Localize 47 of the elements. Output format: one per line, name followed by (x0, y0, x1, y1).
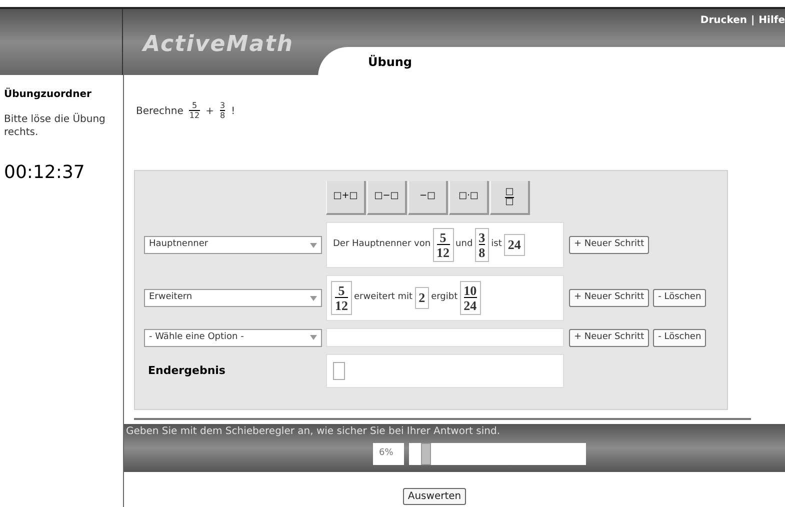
timer: 00:12:37 (4, 161, 86, 185)
confidence-prompt: Geben Sie mit dem Schieberegler an, wie sicher Sie bei Ihrer Antwort sind. (125, 425, 502, 439)
chevron-down-icon (310, 335, 317, 340)
sidebar-text: Bitte löse die Übung rechts. (4, 114, 106, 139)
step-button[interactable]: + Neuer Schritt (569, 289, 650, 307)
result-label: Endergebnis (147, 362, 226, 379)
submit-button[interactable]: Auswerten (402, 488, 466, 505)
chevron-down-icon (310, 296, 317, 300)
step-button[interactable]: - Löschen (653, 289, 706, 307)
math-text: ! (231, 104, 236, 118)
answer-box[interactable]: 2 (414, 287, 430, 309)
fraction: 5 12 (432, 228, 454, 262)
option-dropdown[interactable]: - Wähle eine Option - (144, 328, 322, 346)
link-separator: | (750, 14, 755, 28)
option-dropdown[interactable]: Erweitern (144, 289, 322, 307)
operator-button[interactable]: □+□ (326, 181, 366, 215)
operator-button[interactable]: □ □ (490, 181, 530, 215)
step-button[interactable]: - Löschen (653, 328, 706, 346)
option-dropdown[interactable]: Hauptnenner (144, 236, 322, 254)
math-text: erweitert mit (354, 291, 413, 304)
math-text: ist (491, 238, 502, 252)
fraction: 3 8 (220, 102, 226, 120)
confidence-slider[interactable] (409, 443, 586, 465)
operator-button[interactable]: □·□ (449, 181, 489, 215)
logo: ActiveMath (143, 31, 294, 59)
operator-button[interactable]: □−□ (367, 181, 407, 215)
step-button[interactable]: + Neuer Schritt (569, 328, 650, 346)
sidebar-title: Übungzuordner (4, 87, 92, 102)
result-input[interactable] (333, 362, 345, 380)
fraction: 10 24 (460, 281, 481, 315)
step-input[interactable] (326, 328, 564, 347)
print-link[interactable]: Drucken (700, 13, 747, 28)
operator-button[interactable]: −□ (408, 181, 448, 215)
answer-box[interactable]: 24 (504, 234, 525, 256)
math-text: Berechne (136, 104, 184, 118)
fraction: 5 12 (331, 281, 352, 315)
chevron-down-icon (310, 242, 317, 248)
confidence-reading: 6% (373, 443, 404, 465)
math-text: und (456, 238, 473, 252)
fraction: 3 8 (474, 228, 490, 262)
math-text: ergibt (431, 291, 458, 304)
help-link[interactable]: Hilfe (758, 13, 785, 28)
fraction: 5 12 (189, 102, 200, 120)
math-text: + (206, 104, 214, 118)
math-text: Der Hauptnenner von (333, 238, 431, 252)
exercise-tab[interactable]: Übung (318, 47, 785, 77)
step-button[interactable]: + Neuer Schritt (569, 236, 650, 254)
